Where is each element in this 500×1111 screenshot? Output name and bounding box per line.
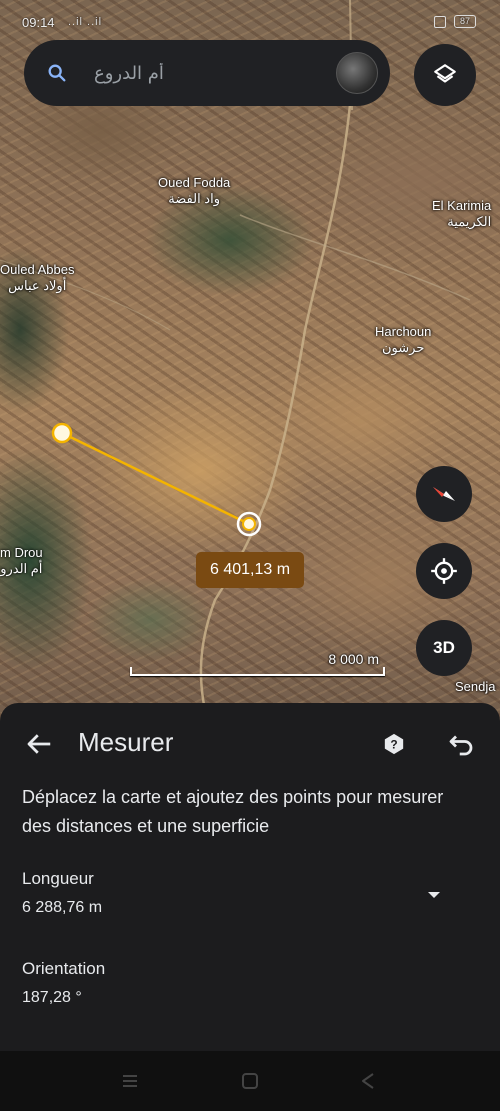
undo-icon[interactable] (446, 729, 476, 759)
svg-text:?: ? (390, 738, 397, 752)
dropdown-icon[interactable] (424, 885, 444, 905)
scale-bar (130, 667, 385, 676)
orientation-label: Orientation (22, 959, 106, 978)
map-overlay (0, 0, 471, 730)
recent-apps-icon[interactable] (120, 1071, 140, 1091)
place-name: Ouled Abbes (0, 262, 75, 277)
place-name-arabic: الكريمية (447, 214, 492, 229)
status-bar: 09:14 ..il ..il 87 (0, 0, 500, 40)
place-label-el-karimia[interactable]: El Karimia الكريمية (432, 198, 491, 230)
vibrate-icon (434, 16, 446, 28)
place-name-arabic: واد الفضة (168, 191, 220, 206)
signal-icon: ..il ..il (68, 16, 103, 28)
length-value: 6 288,76 m (22, 899, 103, 916)
home-icon[interactable] (240, 1071, 260, 1091)
place-name: El Karimia (432, 198, 492, 213)
layers-button[interactable] (414, 44, 476, 106)
place-label-ouled-abbes[interactable]: Ouled Abbes أولاد عباس (0, 262, 74, 294)
compass-button[interactable] (416, 466, 472, 522)
length-label: Longueur (22, 869, 94, 888)
place-label-m-drou[interactable]: m Drou أم الدرو (0, 545, 43, 577)
help-icon[interactable]: ? (383, 733, 405, 755)
place-name: Harchoun (375, 324, 432, 339)
avatar[interactable] (336, 52, 378, 94)
search-icon[interactable] (46, 62, 68, 84)
measurement-end-point (242, 517, 256, 531)
search-bar[interactable] (24, 40, 390, 106)
place-name: Sendja (455, 679, 496, 694)
instruction-text: Déplacez la carte et ajoutez des points … (22, 787, 444, 836)
place-name: Oued Fodda (158, 175, 231, 190)
place-name: m Drou (0, 545, 43, 560)
measure-panel: Mesurer ? Déplacez la carte et ajoutez d… (0, 703, 500, 1051)
my-location-button[interactable] (416, 543, 472, 599)
panel-title: Mesurer (78, 727, 174, 757)
scale-label: 8 000 m (328, 651, 379, 667)
back-arrow-icon[interactable] (24, 729, 54, 759)
place-label-sendja[interactable]: Sendja (455, 679, 495, 695)
place-name-arabic: حرشون (382, 340, 425, 355)
system-nav-bar (0, 1051, 500, 1111)
measurement-distance-label: 6 401,13 m (196, 552, 304, 588)
map-scale: 8 000 m (130, 651, 385, 677)
place-label-oued-fodda[interactable]: Oued Fodda واد الفضة (158, 175, 230, 207)
battery-icon: 87 (454, 15, 476, 28)
search-input[interactable] (94, 58, 324, 88)
measurement-line (61, 431, 250, 526)
place-label-harchoun[interactable]: Harchoun حرشون (375, 324, 431, 356)
my-location-icon (431, 558, 457, 584)
status-time: 09:14 (22, 15, 55, 30)
satellite-map[interactable]: 09:14 ..il ..il 87 Oued Fodda واد الفضة … (0, 0, 500, 730)
place-name-arabic: أم الدرو (0, 561, 43, 576)
orientation-value: 187,28 ° (22, 989, 82, 1006)
compass-icon (433, 487, 455, 501)
layers-icon (434, 64, 456, 83)
3d-toggle-button[interactable]: 3D (416, 620, 472, 676)
measurement-start-point[interactable] (51, 422, 73, 444)
back-nav-icon[interactable] (358, 1071, 378, 1091)
place-name-arabic: أولاد عباس (8, 278, 67, 293)
